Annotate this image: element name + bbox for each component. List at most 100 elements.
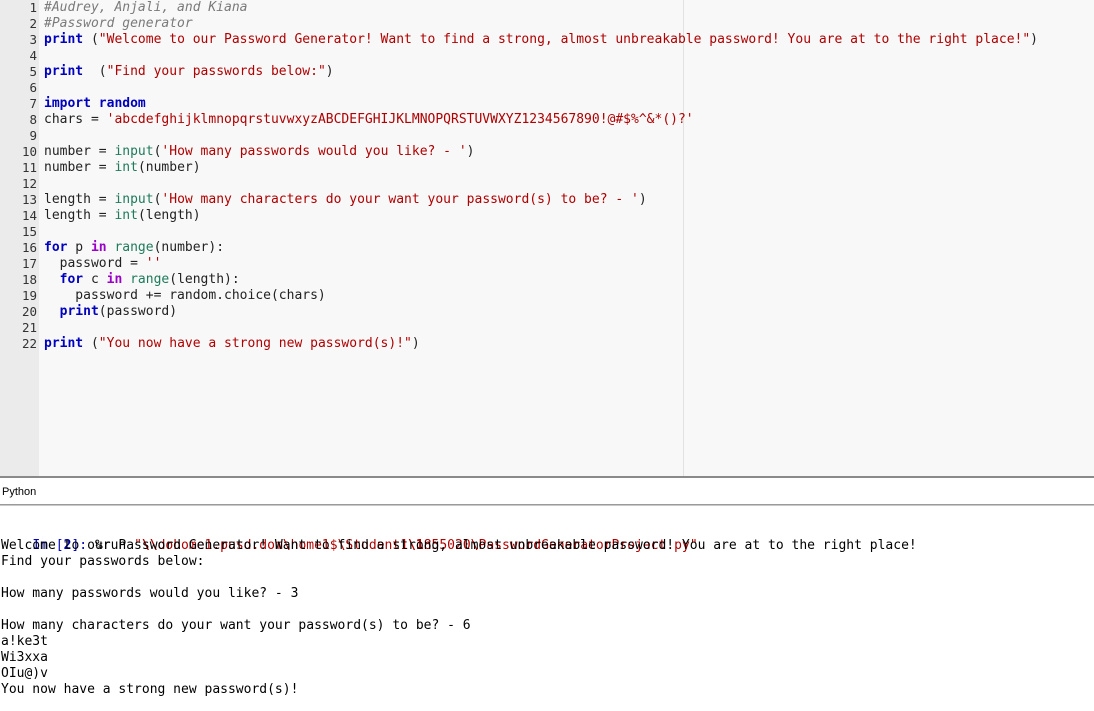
code-text: print ("Find your passwords below:") (44, 64, 334, 80)
ipython-console[interactable]: In [2]: %run "\\dohome1.pusd.dom\home1$\… (0, 522, 1094, 711)
line-number: 7 (29, 96, 37, 111)
code-token: input (114, 144, 154, 159)
code-text: import random (44, 96, 146, 112)
line-number: 3 (29, 32, 37, 47)
line-number: 11 (21, 160, 37, 175)
line-number: 15 (21, 224, 37, 239)
console-output-line: How many characters do your want your pa… (1, 618, 471, 633)
code-token: for (44, 240, 68, 255)
code-text: #Audrey, Anjali, and Kiana (44, 0, 248, 16)
code-token: print (59, 304, 99, 319)
line-number: 5 (29, 64, 37, 79)
code-token: #Audrey, Anjali, and Kiana (44, 0, 248, 15)
code-token: range (114, 240, 154, 255)
code-text: #Password generator (44, 16, 193, 32)
code-token: print (44, 32, 84, 47)
code-token: in (106, 272, 123, 287)
line-number: 17 (21, 256, 37, 271)
code-token: ) (411, 336, 420, 351)
line-number: 16 (21, 240, 37, 255)
code-token: print (44, 336, 84, 351)
code-token: ) (638, 192, 647, 207)
code-token: random (98, 96, 146, 111)
line-number: 13 (21, 192, 37, 207)
line-number: 8 (29, 112, 37, 127)
code-token: password += random.choice(chars) (44, 288, 326, 303)
line-number: 2 (29, 16, 37, 31)
code-text: print ("You now have a strong new passwo… (44, 336, 420, 352)
code-token: ) (325, 64, 334, 79)
line-number: 1 (29, 0, 37, 15)
console-output-line: How many passwords would you like? - 3 (1, 586, 299, 601)
code-token: for (59, 272, 84, 287)
console-output-line: You now have a strong new password(s)! (1, 682, 299, 697)
line-number: 18 (21, 272, 37, 287)
code-token: "You now have a strong new password(s)!" (98, 336, 412, 351)
code-token: range (130, 272, 170, 287)
edge-margin-line (683, 0, 684, 476)
code-token: 'How many passwords would you like? - ' (161, 144, 467, 159)
line-number: 4 (29, 48, 37, 63)
code-token: length = (44, 208, 115, 223)
console-output-line: Find your passwords below: (1, 554, 205, 569)
code-token: number = (44, 144, 115, 159)
console-output-line: OIu@)v (1, 666, 48, 681)
code-token: length = (44, 192, 115, 207)
code-token: in (90, 240, 107, 255)
code-token: "Find your passwords below:" (106, 64, 326, 79)
code-text: password = '' (44, 256, 162, 272)
code-token: ( (83, 32, 99, 47)
line-number: 19 (21, 288, 37, 303)
code-token: password = (44, 256, 146, 271)
line-number: 9 (29, 128, 37, 143)
code-editor[interactable]: 1 #Audrey, Anjali, and Kiana 2 #Password ge… (0, 0, 1094, 476)
code-token: ) (1030, 32, 1038, 47)
code-token: (password) (98, 304, 178, 319)
code-token: "Welcome to our Password Generator! Want… (98, 32, 1031, 47)
code-token: input (114, 192, 154, 207)
console-output: Welcome to our Password Generator! Want … (0, 538, 1094, 698)
code-token: ( (83, 336, 99, 351)
code-token: import (44, 96, 91, 111)
code-token: (length): (169, 272, 240, 287)
code-token: #Password generator (44, 16, 193, 31)
code-text: number = int(number) (44, 160, 201, 176)
code-text: print(password) (44, 304, 177, 320)
code-text: for c in range(length): (44, 272, 240, 288)
console-output-line: a!ke3t (1, 634, 48, 649)
code-token: (number) (137, 160, 201, 175)
line-number: 12 (21, 176, 37, 191)
code-token: int (114, 160, 138, 175)
line-number: 22 (21, 336, 37, 351)
console-input-line[interactable]: In [2]: %run "\\dohome1.pusd.dom\home1$\… (0, 522, 1094, 553)
console-divider (0, 505, 1094, 506)
code-token: int (114, 208, 138, 223)
code-token: print (44, 64, 84, 79)
code-text: number = input('How many passwords would… (44, 144, 475, 160)
code-text: print ("Welcome to our Password Generato… (44, 32, 1038, 48)
line-number: 6 (29, 80, 37, 95)
code-token: ( (83, 64, 107, 79)
line-number: 21 (21, 320, 37, 335)
code-token: c (83, 272, 107, 287)
code-text: length = input('How many characters do y… (44, 192, 647, 208)
code-token: ) (466, 144, 475, 159)
language-bar: Python (0, 478, 1094, 505)
code-token: 'How many characters do your want your p… (161, 192, 639, 207)
console-output-line: Welcome to our Password Generator! Want … (1, 538, 917, 553)
code-token: 'abcdefghijklmnopqrstuvwxyzABCDEFGHIJKLM… (106, 112, 694, 127)
code-text: password += random.choice(chars) (44, 288, 326, 304)
line-number: 14 (21, 208, 37, 223)
code-token: '' (145, 256, 162, 271)
code-token: chars = (44, 112, 107, 127)
line-number: 10 (21, 144, 37, 159)
code-token: (length) (137, 208, 201, 223)
language-label: Python (2, 486, 37, 498)
code-token: p (67, 240, 91, 255)
code-text: for p in range(number): (44, 240, 224, 256)
